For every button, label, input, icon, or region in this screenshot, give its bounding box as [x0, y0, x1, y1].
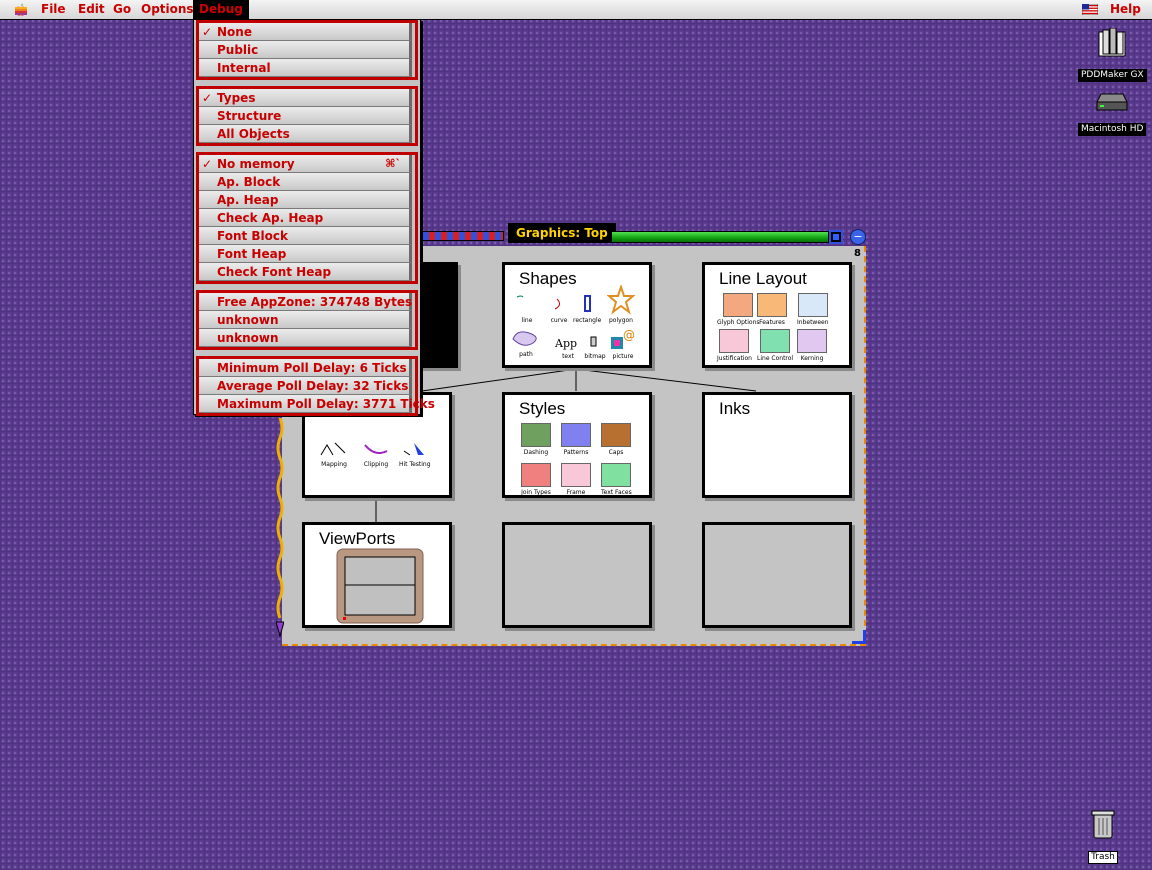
thumb-text-faces[interactable]: Text Faces — [601, 463, 632, 496]
menu-group-memory: ✓ No memory ⌘` Ap. Block Ap. Heap Check Ap… — [196, 152, 418, 284]
menu-item-ap-heap[interactable]: Ap. Heap — [199, 191, 412, 209]
tile-title: Inks — [719, 399, 751, 418]
thumb-glyph-options[interactable]: Glyph Options — [717, 293, 760, 326]
keyboard-flag-icon[interactable] — [1082, 4, 1098, 15]
title-bar-stripes — [416, 231, 504, 241]
menu-item-check-font-heap[interactable]: Check Font Heap — [199, 263, 412, 281]
thumb-caps[interactable]: Caps — [601, 423, 631, 456]
application-icon — [1098, 27, 1126, 57]
thumb-patterns[interactable]: Patterns — [561, 423, 591, 456]
desktop-icon-label: PDDMaker GX — [1078, 69, 1147, 82]
menu-item-none[interactable]: ✓ None — [199, 23, 412, 41]
menu-debug[interactable]: Debug — [193, 0, 249, 19]
thumb-bitmap[interactable]: bitmap — [581, 331, 609, 360]
thumb-line-control[interactable]: Line Control — [757, 329, 793, 362]
menu-item-font-heap[interactable]: Font Heap — [199, 245, 412, 263]
svg-text:@: @ — [623, 328, 635, 342]
menu-bar: File Edit Go Options Debug Help — [0, 0, 1152, 20]
thumb-mapping[interactable]: Mapping — [317, 437, 351, 468]
tile-title: ViewPorts — [319, 529, 396, 548]
menu-item-free-appzone[interactable]: Free AppZone: 374748 Bytes — [199, 293, 412, 311]
thumb-kerning[interactable]: Kerning — [797, 329, 827, 362]
desktop-icon-label: Trash — [1088, 851, 1118, 864]
menu-item-all-objects[interactable]: All Objects — [199, 125, 412, 143]
tile-styles[interactable]: Styles Dashing Patterns Caps Join Types … — [502, 392, 652, 498]
viewport-preview — [336, 548, 424, 624]
menu-file[interactable]: File — [35, 0, 72, 19]
svg-text:App: App — [554, 337, 577, 350]
thumb-join-types[interactable]: Join Types — [521, 463, 551, 496]
trash-icon — [1091, 810, 1115, 839]
menu-item-no-memory[interactable]: ✓ No memory ⌘` — [199, 155, 412, 173]
menu-item-structure[interactable]: Structure — [199, 107, 412, 125]
checkmark-icon: ✓ — [202, 25, 213, 39]
desktop-icon-label: Macintosh HD — [1078, 123, 1147, 136]
desktop-icon-macintosh-hd[interactable]: Macintosh HD — [1078, 90, 1147, 136]
thumb-rectangle[interactable]: rectangle — [573, 293, 601, 324]
menu-item-ap-block[interactable]: Ap. Block — [199, 173, 412, 191]
menu-help[interactable]: Help — [1104, 0, 1147, 19]
menu-item-minimum-poll-delay[interactable]: Minimum Poll Delay: 6 Ticks — [199, 359, 412, 377]
thumb-frame[interactable]: Frame — [561, 463, 591, 496]
tile-title: Styles — [519, 399, 566, 418]
menu-item-unknown[interactable]: unknown — [199, 311, 412, 329]
thumb-hit-testing[interactable]: Hit Testing — [399, 437, 431, 468]
title-bar-green-stripe — [611, 231, 829, 243]
tile-shapes[interactable]: Shapes line curve rectangle polygon path… — [502, 262, 652, 368]
tile-count: 8 — [854, 248, 861, 259]
menu-group-poll-delay: Minimum Poll Delay: 6 Ticks Average Poll… — [196, 356, 435, 416]
window-title: Graphics: Top — [508, 223, 616, 243]
thumb-features[interactable]: Features — [757, 293, 787, 326]
tile-empty[interactable] — [702, 522, 852, 628]
menu-go[interactable]: Go — [107, 0, 137, 19]
menu-item-font-block[interactable]: Font Block — [199, 227, 412, 245]
tile-empty[interactable] — [502, 522, 652, 628]
thumb-justification[interactable]: Justification — [717, 329, 752, 362]
checkmark-icon: ✓ — [202, 91, 213, 105]
tile-title: Shapes — [519, 269, 577, 288]
desktop-icon-pddmaker[interactable]: PDDMaker GX — [1078, 27, 1147, 82]
menu-group-zone-info: Free AppZone: 374748 Bytes unknown unkno… — [196, 290, 418, 350]
menu-item-internal[interactable]: Internal — [199, 59, 412, 77]
thumb-polygon[interactable]: polygon — [606, 283, 636, 324]
thumb-clipping[interactable]: Clipping — [361, 437, 391, 468]
desktop-icon-trash[interactable]: Trash — [1084, 808, 1122, 864]
menu-item-average-poll-delay[interactable]: Average Poll Delay: 32 Ticks — [199, 377, 412, 395]
apple-menu-icon[interactable] — [13, 2, 29, 18]
menu-group-visibility: ✓ None Public Internal — [196, 20, 418, 80]
menu-shortcut: ⌘` — [385, 157, 401, 170]
hard-disk-icon — [1096, 93, 1128, 111]
thumb-line[interactable]: line — [513, 293, 541, 324]
menu-item-types[interactable]: ✓ Types — [199, 89, 412, 107]
menu-edit[interactable]: Edit — [72, 0, 111, 19]
tile-inks[interactable]: Inks — [702, 392, 852, 498]
collapse-box-icon[interactable]: − — [850, 229, 866, 245]
grow-box[interactable] — [852, 630, 866, 644]
menu-item-public[interactable]: Public — [199, 41, 412, 59]
tile-line-layout[interactable]: Line Layout Glyph Options Features Inbet… — [702, 262, 852, 368]
menu-options[interactable]: Options — [135, 0, 200, 19]
checkmark-icon: ✓ — [202, 157, 213, 171]
tile-viewports[interactable]: ViewPorts — [302, 522, 452, 628]
zoom-box-icon[interactable] — [829, 230, 843, 244]
menu-item-check-ap-heap[interactable]: Check Ap. Heap — [199, 209, 412, 227]
pencil-edge-icon — [276, 418, 284, 638]
menu-item-maximum-poll-delay[interactable]: Maximum Poll Delay: 3771 Ticks — [199, 395, 435, 413]
tile-title: Line Layout — [719, 269, 807, 288]
thumb-path[interactable]: path — [509, 327, 543, 358]
menu-group-dump: ✓ Types Structure All Objects — [196, 86, 418, 146]
menu-item-unknown[interactable]: unknown — [199, 329, 412, 347]
thumb-inbetween[interactable]: Inbetween — [797, 293, 829, 326]
thumb-curve[interactable]: curve — [545, 293, 573, 324]
thumb-text[interactable]: App text — [553, 331, 583, 360]
debug-menu: ✓ None Public Internal ✓ Types Structure A… — [193, 19, 435, 416]
thumb-dashing[interactable]: Dashing — [521, 423, 551, 456]
thumb-picture[interactable]: @ picture — [609, 327, 637, 360]
